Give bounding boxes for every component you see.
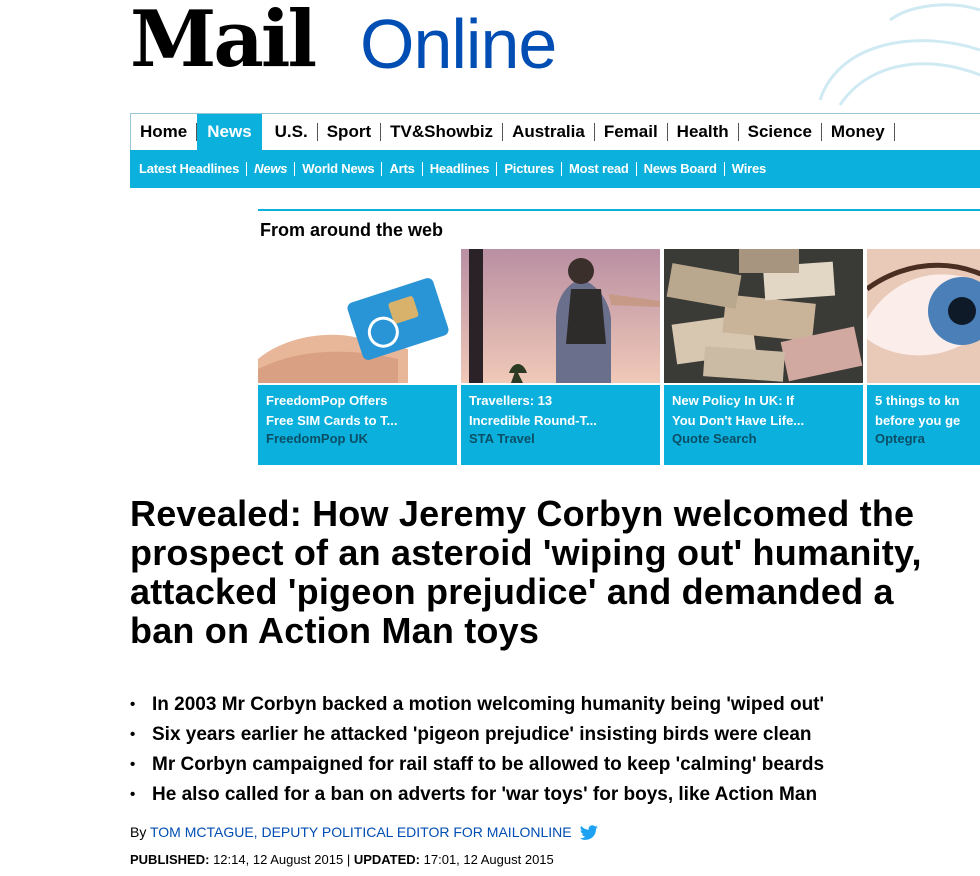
section-divider bbox=[258, 209, 980, 211]
subnav-news-board[interactable]: News Board bbox=[637, 162, 725, 176]
banknotes-image bbox=[664, 249, 863, 383]
author-link[interactable]: TOM MCTAGUE, DEPUTY POLITICAL EDITOR FOR… bbox=[150, 824, 572, 840]
subnav-most-read[interactable]: Most read bbox=[562, 162, 637, 176]
eye-image bbox=[867, 249, 980, 383]
byline: By TOM MCTAGUE, DEPUTY POLITICAL EDITOR … bbox=[130, 824, 599, 841]
card-title: FreedomPop Offers Free SIM Cards to T... bbox=[266, 393, 398, 428]
primary-nav: Home News U.S. Sport TV&Showbiz Australi… bbox=[130, 113, 980, 150]
article-headline: Revealed: How Jeremy Corbyn welcomed the… bbox=[130, 493, 922, 651]
decorative-swirl bbox=[818, 3, 980, 106]
subnav-arts[interactable]: Arts bbox=[382, 162, 423, 176]
summary-bullet: Mr Corbyn campaigned for rail staff to b… bbox=[130, 750, 824, 780]
summary-bullet: He also called for a ban on adverts for … bbox=[130, 780, 824, 810]
sponsored-card[interactable]: Travellers: 13 Incredible Round-T... STA… bbox=[461, 249, 660, 465]
published-time: 12:14, 12 August 2015 bbox=[213, 852, 344, 867]
nav-home[interactable]: Home bbox=[131, 123, 198, 141]
logo-online[interactable]: Online bbox=[360, 4, 557, 84]
summary-bullet: Six years earlier he attacked 'pigeon pr… bbox=[130, 720, 824, 750]
logo-mail[interactable]: Mail bbox=[130, 0, 317, 85]
sponsored-card[interactable]: FreedomPop Offers Free SIM Cards to T...… bbox=[258, 249, 457, 465]
publish-info: PUBLISHED: 12:14, 12 August 2015 | UPDAT… bbox=[130, 852, 554, 867]
card-title: New Policy In UK: If You Don't Have Life… bbox=[672, 393, 805, 428]
nav-us[interactable]: U.S. bbox=[266, 123, 318, 141]
nav-money[interactable]: Money bbox=[822, 123, 895, 141]
nav-australia[interactable]: Australia bbox=[503, 123, 595, 141]
updated-label: UPDATED: bbox=[353, 852, 421, 867]
card-source: Quote Search bbox=[672, 431, 757, 446]
nav-sport[interactable]: Sport bbox=[318, 123, 382, 141]
subnav-pictures[interactable]: Pictures bbox=[497, 162, 563, 176]
updated-time: 17:01, 12 August 2015 bbox=[423, 852, 554, 867]
sim-card-image bbox=[258, 249, 457, 383]
subnav-wires[interactable]: Wires bbox=[725, 162, 773, 176]
traveller-image bbox=[461, 249, 660, 383]
nav-news[interactable]: News bbox=[197, 114, 262, 150]
from-around-the-web-heading: From around the web bbox=[260, 220, 444, 240]
subnav-news[interactable]: News bbox=[247, 162, 296, 176]
sponsored-card[interactable]: 5 things to kn before you ge Optegra bbox=[867, 249, 980, 465]
nav-science[interactable]: Science bbox=[739, 123, 822, 141]
nav-tvshowbiz[interactable]: TV&Showbiz bbox=[381, 123, 504, 141]
nav-health[interactable]: Health bbox=[668, 123, 739, 141]
nav-femail[interactable]: Femail bbox=[595, 123, 668, 141]
card-source: STA Travel bbox=[469, 431, 535, 446]
published-label: PUBLISHED: bbox=[130, 852, 210, 867]
card-title: 5 things to kn before you ge bbox=[875, 393, 961, 428]
subnav-world-news[interactable]: World News bbox=[295, 162, 383, 176]
secondary-nav: Latest Headlines News World News Arts He… bbox=[130, 150, 980, 188]
summary-bullet: In 2003 Mr Corbyn backed a motion welcom… bbox=[130, 690, 824, 720]
card-source: FreedomPop UK bbox=[266, 431, 368, 446]
sponsored-card[interactable]: New Policy In UK: If You Don't Have Life… bbox=[664, 249, 863, 465]
sponsored-cards: FreedomPop Offers Free SIM Cards to T...… bbox=[258, 249, 980, 465]
subnav-headlines[interactable]: Headlines bbox=[423, 162, 498, 176]
twitter-icon[interactable] bbox=[579, 825, 599, 841]
card-source: Optegra bbox=[875, 431, 925, 446]
byline-prefix: By bbox=[130, 824, 147, 840]
card-title: Travellers: 13 Incredible Round-T... bbox=[469, 393, 597, 428]
article-summary-bullets: In 2003 Mr Corbyn backed a motion welcom… bbox=[130, 690, 824, 810]
subnav-latest-headlines[interactable]: Latest Headlines bbox=[132, 162, 248, 176]
